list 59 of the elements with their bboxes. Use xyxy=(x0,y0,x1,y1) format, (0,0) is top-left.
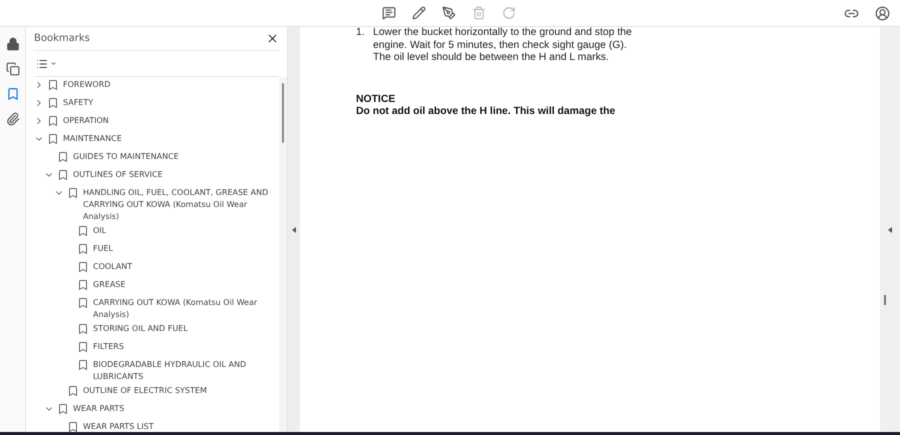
bookmark-icon xyxy=(47,133,59,145)
pages-icon xyxy=(6,62,20,76)
bookmark-item[interactable]: STORING OIL AND FUEL xyxy=(89,323,188,335)
bookmark-icon xyxy=(67,385,79,397)
bookmark-icon xyxy=(57,403,69,415)
lock-icon xyxy=(6,37,20,51)
bookmark-icon xyxy=(6,87,20,101)
bookmark-item[interactable]: CARRYING OUT KOWA (Komatsu Oil Wear Analysis) xyxy=(89,297,279,321)
bookmark-item[interactable]: HANDLING OIL, FUEL, COOLANT, GREASE AND CARRYING OUT KOWA (Komatsu Oil Wear Analysis) xyxy=(79,187,279,223)
panel-title: Bookmarks xyxy=(34,33,90,44)
step-number: 1. xyxy=(356,27,366,40)
bookmark-icon xyxy=(47,79,59,91)
sidebar-tool[interactable] xyxy=(6,62,20,76)
bookmark-item[interactable]: OPERATION xyxy=(59,115,109,127)
bookmark-icon xyxy=(47,97,59,109)
bookmark-item[interactable]: BIODEGRADABLE HYDRAULIC OIL AND LUBRICANTS xyxy=(89,359,279,383)
bookmark-item[interactable]: OUTLINES OF SERVICE xyxy=(69,169,163,181)
close-button[interactable] xyxy=(266,32,279,45)
bookmark-item[interactable]: WEAR PARTS xyxy=(69,403,124,415)
bookmark-icon xyxy=(67,187,79,199)
bookmark-icon xyxy=(77,323,89,335)
bookmark-icon xyxy=(77,359,89,371)
collapse-arrow-icon[interactable] xyxy=(292,226,296,232)
bookmark-item[interactable]: FOREWORD xyxy=(59,79,110,91)
bookmark-item[interactable]: GUIDES TO MAINTENANCE xyxy=(69,151,179,163)
sidebar-tool[interactable] xyxy=(6,37,20,51)
highlight-button[interactable] xyxy=(410,4,428,22)
bookmark-item[interactable]: FILTERS xyxy=(89,341,124,353)
paperclip-icon xyxy=(6,112,20,126)
expand-arrow-icon[interactable] xyxy=(888,226,892,232)
bookmark-item[interactable]: COOLANT xyxy=(89,261,132,273)
bookmark-item[interactable]: MAINTENANCE xyxy=(59,133,122,145)
bookmark-icon xyxy=(47,115,59,127)
bookmark-item[interactable]: SAFETY xyxy=(59,97,94,109)
bookmark-icon xyxy=(77,225,89,237)
sidebar-tool[interactable] xyxy=(6,87,20,101)
bookmark-item[interactable]: OUTLINE OF ELECTRIC SYSTEM xyxy=(79,385,207,397)
bookmark-icon xyxy=(77,243,89,255)
bookmark-icon xyxy=(67,421,79,432)
notice-text: Do not add oil above the H line. This will damage the xyxy=(356,106,616,118)
sidebar-tool[interactable] xyxy=(6,112,20,126)
bookmark-icon xyxy=(77,279,89,291)
bookmark-item[interactable]: WEAR PARTS LIST xyxy=(79,421,154,432)
bookmark-icon xyxy=(77,341,89,353)
bookmark-item[interactable]: OIL xyxy=(89,225,106,237)
draw-button[interactable] xyxy=(440,4,458,22)
comment-button[interactable] xyxy=(380,4,398,22)
document-text: The oil level should be between the H and L marks. xyxy=(373,52,610,64)
bookmark-item[interactable]: FUEL xyxy=(89,243,113,255)
bookmark-item[interactable]: GREASE xyxy=(89,279,126,291)
document-text: engine. Wait for 5 minutes, then check sight gauge (G). xyxy=(373,40,628,52)
notice-heading: NOTICE xyxy=(356,94,396,106)
bookmark-icon xyxy=(57,151,69,163)
bookmark-icon xyxy=(77,261,89,273)
bookmark-icon xyxy=(77,297,89,309)
document-text: Lower the bucket horizontally to the ground and stop the xyxy=(373,27,632,40)
account-button[interactable] xyxy=(873,4,892,22)
bookmark-icon xyxy=(57,169,69,181)
caret-icon xyxy=(50,60,57,67)
